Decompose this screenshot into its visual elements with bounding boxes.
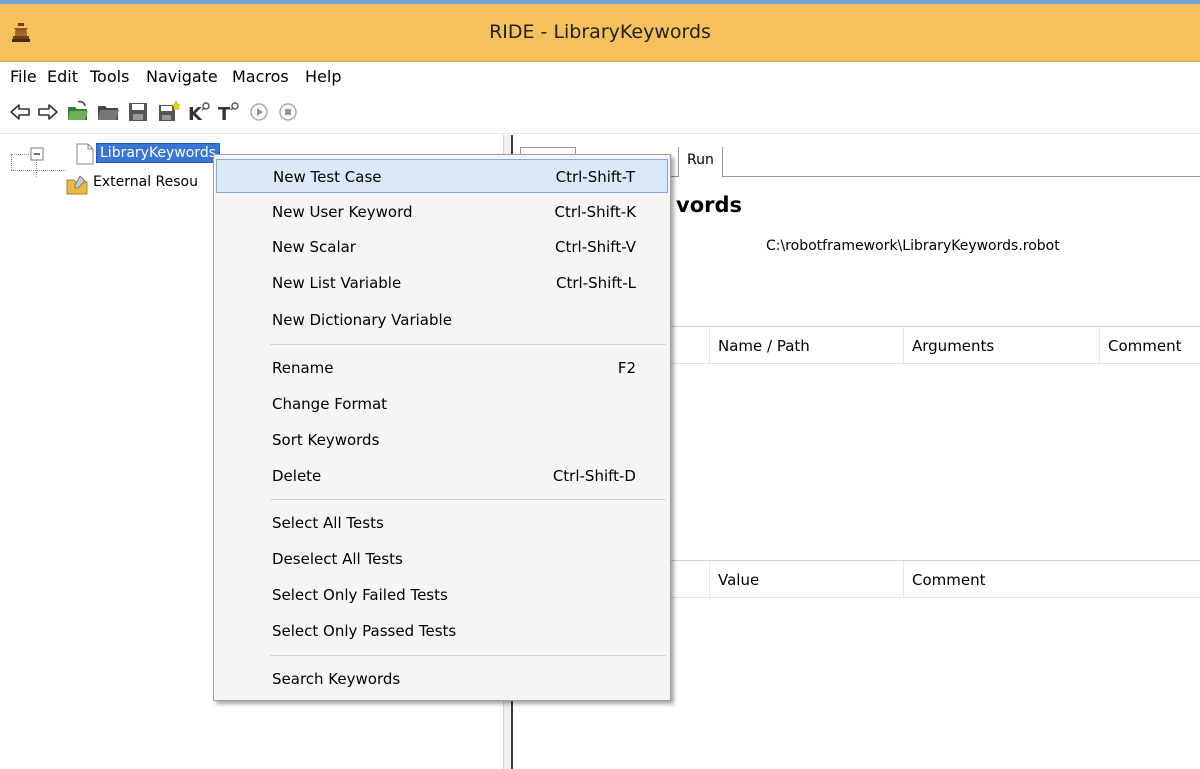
menu-item-label: New Scalar — [272, 238, 356, 256]
menu-item-label: Select Only Passed Tests — [272, 622, 457, 640]
folder-edit-icon — [66, 175, 88, 195]
column-header-comment[interactable]: Comment — [1099, 327, 1200, 365]
menu-item-label: Delete — [272, 467, 322, 485]
menu-separator — [270, 499, 666, 500]
save-icon[interactable] — [126, 100, 150, 124]
save-all-icon[interactable] — [156, 100, 180, 124]
menu-item-label: Search Keywords — [272, 670, 401, 688]
menu-tools[interactable]: Tools — [90, 67, 129, 86]
context-menu: New Test Case Ctrl-Shift-T New User Keyw… — [213, 154, 671, 701]
menu-item-label: Select Only Failed Tests — [272, 586, 448, 604]
tree-node-librarykeywords[interactable]: LibraryKeywords — [96, 143, 221, 163]
menu-item-new-user-keyword[interactable]: New User Keyword Ctrl-Shift-K — [216, 195, 668, 229]
menu-edit[interactable]: Edit — [47, 67, 78, 86]
window-title: RIDE - LibraryKeywords — [489, 21, 711, 43]
collapse-icon[interactable] — [30, 147, 44, 161]
menu-item-label: Rename — [272, 359, 334, 377]
menu-item-sort-keywords[interactable]: Sort Keywords — [216, 423, 668, 457]
menu-item-new-list-variable[interactable]: New List Variable Ctrl-Shift-L — [216, 266, 668, 300]
menu-item-label: Deselect All Tests — [272, 550, 403, 568]
tree-connector — [11, 170, 66, 171]
stop-icon[interactable] — [276, 100, 300, 124]
run-icon[interactable] — [247, 100, 271, 124]
menu-item-select-only-failed-tests[interactable]: Select Only Failed Tests — [216, 578, 668, 612]
search-tests-icon[interactable]: T — [217, 100, 241, 124]
file-icon — [76, 143, 94, 165]
menu-macros[interactable]: Macros — [232, 67, 289, 86]
menu-separator — [270, 344, 666, 345]
back-icon[interactable] — [8, 100, 32, 124]
menu-item-label: Select All Tests — [272, 514, 384, 532]
column-header-value[interactable]: Value — [709, 561, 903, 599]
editor-title: vords — [676, 193, 743, 217]
tree-connector — [11, 154, 29, 155]
menu-item-new-scalar[interactable]: New Scalar Ctrl-Shift-V — [216, 230, 668, 264]
menu-item-change-format[interactable]: Change Format — [216, 387, 668, 421]
menu-item-label: New Test Case — [273, 168, 382, 186]
svg-text:T: T — [218, 104, 231, 124]
menu-item-shortcut: Ctrl-Shift-K — [554, 203, 636, 221]
menu-item-label: Change Format — [272, 395, 388, 413]
column-header-name-path[interactable]: Name / Path — [709, 327, 903, 365]
menu-item-rename[interactable]: Rename F2 — [216, 351, 668, 385]
menu-navigate[interactable]: Navigate — [146, 67, 218, 86]
menu-bar: File Edit Tools Navigate Macros Help — [0, 62, 1200, 92]
menu-item-shortcut: Ctrl-Shift-L — [556, 274, 636, 292]
menu-item-select-all-tests[interactable]: Select All Tests — [216, 506, 668, 540]
menu-item-new-test-case[interactable]: New Test Case Ctrl-Shift-T — [216, 159, 668, 193]
menu-file[interactable]: File — [10, 67, 37, 86]
menu-separator — [270, 655, 666, 656]
svg-text:K: K — [188, 104, 203, 124]
menu-item-shortcut: F2 — [617, 359, 636, 377]
menu-item-label: New List Variable — [272, 274, 402, 292]
menu-item-label: Sort Keywords — [272, 431, 380, 449]
open-folder-icon[interactable] — [66, 100, 90, 124]
toolbar: K T — [0, 92, 1200, 134]
menu-item-deselect-all-tests[interactable]: Deselect All Tests — [216, 542, 668, 576]
tree-connector — [36, 159, 37, 177]
tab-run[interactable]: Run — [678, 147, 723, 177]
menu-item-search-keywords[interactable]: Search Keywords — [216, 662, 668, 696]
menu-item-select-only-passed-tests[interactable]: Select Only Passed Tests — [216, 614, 668, 648]
menu-item-shortcut: Ctrl-Shift-T — [555, 168, 635, 186]
column-header-comment[interactable]: Comment — [903, 561, 1200, 599]
title-bar[interactable]: RIDE - LibraryKeywords — [0, 4, 1200, 62]
open-directory-icon[interactable] — [96, 100, 120, 124]
forward-icon[interactable] — [36, 100, 60, 124]
menu-item-shortcut: Ctrl-Shift-D — [552, 467, 636, 485]
menu-item-label: New User Keyword — [272, 203, 413, 221]
menu-item-new-dictionary-variable[interactable]: New Dictionary Variable — [216, 303, 668, 337]
source-path: C:\robotframework\LibraryKeywords.robot — [766, 238, 1060, 254]
menu-item-label: New Dictionary Variable — [272, 311, 452, 329]
search-keywords-icon[interactable]: K — [187, 100, 211, 124]
menu-item-shortcut: Ctrl-Shift-V — [555, 238, 636, 256]
tree-connector — [11, 154, 12, 170]
tree-node-external-resources[interactable]: External Resou — [93, 174, 198, 190]
menu-item-delete[interactable]: Delete Ctrl-Shift-D — [216, 459, 668, 493]
menu-help[interactable]: Help — [305, 67, 341, 86]
column-header-arguments[interactable]: Arguments — [903, 327, 1099, 365]
